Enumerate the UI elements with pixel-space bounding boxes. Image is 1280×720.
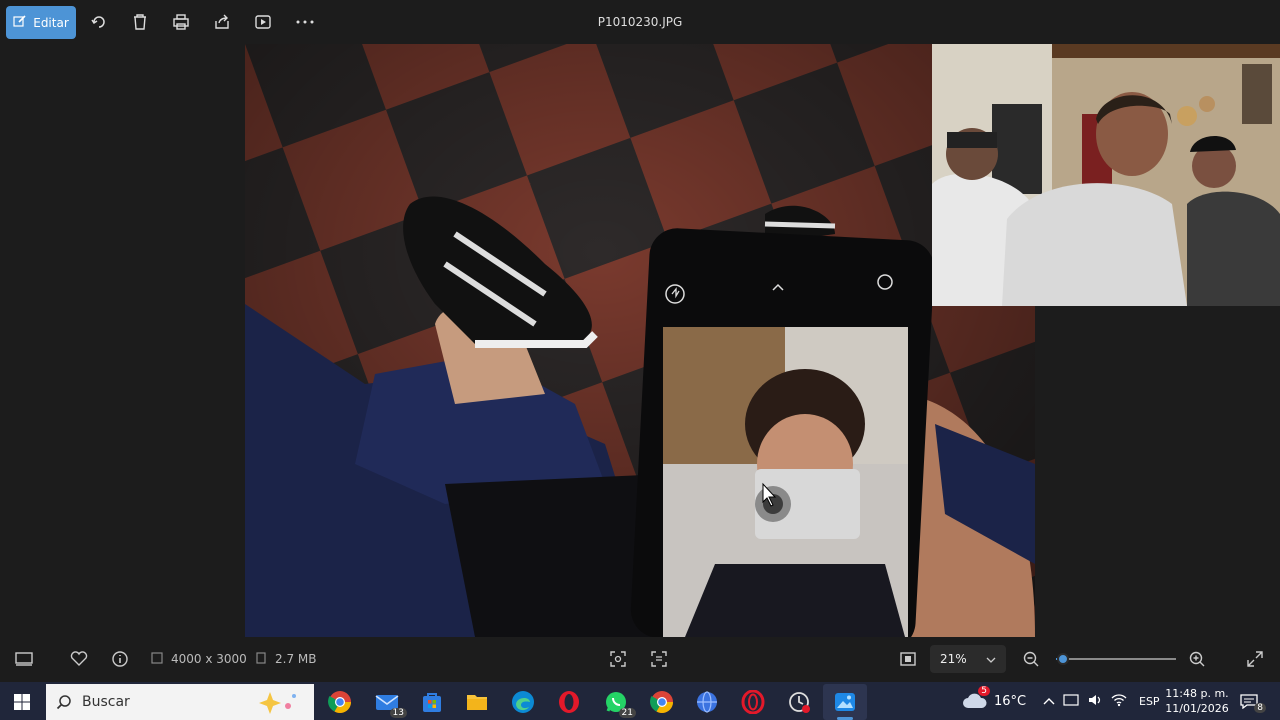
dimensions-icon (151, 651, 163, 667)
edge-icon[interactable] (509, 688, 537, 716)
photo[interactable] (245, 44, 1035, 637)
opera-icon[interactable] (555, 688, 583, 716)
store-icon[interactable] (418, 688, 446, 716)
chevron-up-icon[interactable] (1043, 694, 1055, 708)
photos-app-icon[interactable] (823, 684, 867, 720)
temperature-text: 16°C (994, 693, 1027, 709)
print-icon[interactable] (170, 11, 192, 33)
mail-icon[interactable]: 13 (373, 688, 407, 718)
language-indicator[interactable]: ESP (1139, 695, 1160, 708)
weather-widget[interactable]: 5 16°C (962, 682, 1026, 720)
clock-date: 11/01/2026 (1165, 702, 1229, 715)
search-highlight-icon (252, 690, 300, 718)
filmstrip-icon[interactable] (14, 649, 34, 669)
chrome-icon[interactable] (326, 688, 354, 716)
zoom-slider[interactable] (1056, 649, 1176, 669)
opera-gx-icon[interactable] (739, 688, 767, 716)
file-size-text: 2.7 MB (275, 652, 317, 666)
fullscreen-icon[interactable] (1246, 649, 1264, 669)
clock[interactable]: 11:48 p. m. 11/01/2026 (1160, 682, 1234, 720)
delete-icon[interactable] (129, 11, 151, 33)
image-viewer (0, 44, 1280, 637)
info-icon[interactable] (111, 649, 129, 669)
file-size-icon (255, 651, 267, 667)
system-tray: ESP (1043, 682, 1160, 720)
file-explorer-icon[interactable] (463, 688, 491, 716)
wifi-icon[interactable] (1111, 693, 1127, 710)
zoom-dropdown[interactable]: 21% (930, 645, 1006, 673)
search-placeholder: Buscar (82, 694, 130, 710)
edit-icon (13, 14, 27, 31)
share-icon[interactable] (211, 11, 233, 33)
browser-globe-icon[interactable] (693, 688, 721, 716)
recorder-icon[interactable] (785, 688, 813, 716)
cloud-icon: 5 (962, 686, 990, 710)
zoom-slider-thumb[interactable] (1057, 653, 1070, 665)
whatsapp-badge: 21 (618, 708, 636, 718)
zoom-out-icon[interactable] (1022, 649, 1040, 669)
taskbar-search[interactable]: Buscar (46, 684, 314, 720)
zoom-slider-track (1056, 658, 1176, 660)
notification-badge: 8 (1254, 703, 1266, 713)
favorite-heart-icon[interactable] (70, 649, 88, 669)
notification-center-icon[interactable]: 8 (1240, 682, 1266, 720)
dimensions-text: 4000 x 3000 (171, 652, 247, 666)
status-bar: 4000 x 3000 2.7 MB 21% (0, 637, 1280, 682)
zoom-value: 21% (940, 652, 967, 666)
search-icon (56, 694, 72, 710)
volume-icon[interactable] (1087, 693, 1103, 710)
text-extract-icon[interactable] (650, 649, 668, 669)
ime-icon[interactable] (1063, 693, 1079, 710)
window-title: P1010230.JPG (597, 15, 683, 29)
weather-badge: 5 (978, 686, 990, 696)
clock-time: 11:48 p. m. (1165, 687, 1229, 700)
chevron-down-icon (986, 652, 996, 666)
edit-label: Editar (33, 15, 69, 30)
mail-badge: 13 (389, 708, 407, 718)
whatsapp-icon[interactable]: 21 (602, 688, 636, 718)
webcam-overlay (932, 44, 1280, 306)
more-icon[interactable] (294, 11, 316, 33)
title-bar: Editar P1010230.JPG (0, 0, 1280, 44)
edit-button[interactable]: Editar (6, 6, 76, 39)
slideshow-icon[interactable] (252, 11, 274, 33)
chrome-profile-icon[interactable] (648, 688, 676, 716)
rotate-icon[interactable] (88, 11, 110, 33)
zoom-in-icon[interactable] (1188, 649, 1206, 669)
fit-to-window-icon[interactable] (899, 649, 917, 669)
windows-start-icon[interactable] (8, 688, 36, 716)
image-dimensions: 4000 x 3000 (151, 649, 247, 669)
visual-search-icon[interactable] (609, 649, 627, 669)
file-size: 2.7 MB (255, 649, 316, 669)
